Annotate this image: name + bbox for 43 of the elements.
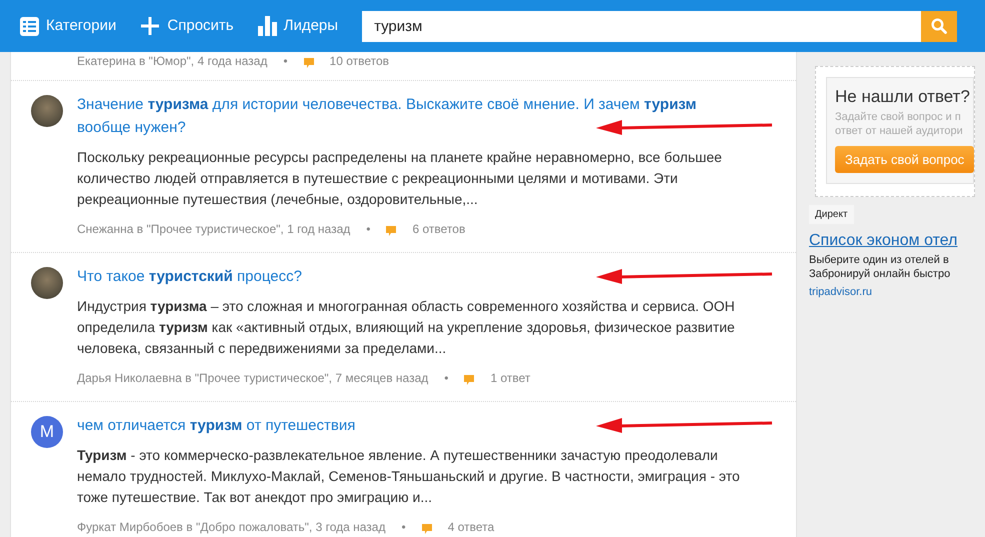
comment-icon xyxy=(464,375,474,385)
author-meta: Екатерина в "Юмор", 4 года назад xyxy=(77,53,268,70)
comment-icon xyxy=(386,226,396,236)
search-icon xyxy=(931,18,947,34)
separator-dot: • xyxy=(444,370,448,387)
answer-snippet: Туризм - это коммерческо-развлекательное явление. А путешественники зачастую преодолевали немало трудностей. Миклухо-Маклай, Семенов-Тяньшаньский и другие. В частности, эмиграция - это тоже путешествие. Так вот анекдот про эмиграцию и... xyxy=(77,446,741,507)
question-link[interactable]: чем отличается туризм от путешествия xyxy=(77,414,745,437)
separator-dot: • xyxy=(401,519,406,536)
avatar-letter: M xyxy=(31,416,63,448)
nav-link[interactable]: Категории xyxy=(20,14,116,38)
prompt-text: Задайте свой вопрос и п xyxy=(835,110,962,124)
answer-snippet: Индустрия туризма – это сложная и многогранная область современного хозяйства и сервиса. ООН определила туризм как «активный отдых, влияющий на укрепление здоровья, физическое развитие человека, связанный с передвижениями за пределами... xyxy=(77,297,736,358)
author-meta: Дарья Николаевна в "Прочее туристическое", 7 месяцев назад xyxy=(77,370,428,387)
comment-icon xyxy=(422,524,432,534)
question-link[interactable]: Что такое туристский процесс? xyxy=(77,265,745,288)
answers-count[interactable]: 10 ответов xyxy=(330,52,390,70)
ad-text: Выберите один из отелей в xyxy=(809,253,950,267)
author-meta: Фуркат Мирбобоев в "Добро пожаловать", 3 года назад xyxy=(77,519,386,536)
answer-snippet: Поскольку рекреационные ресурсы распределены на планете крайне неравномерно, все большее количество людей отправляется в путешествие с рекреационными целями и мотивами. Эти рекреационные путешествия (лечебные, оздоровительные,... xyxy=(77,148,723,209)
ad-link[interactable]: Список эконом отел xyxy=(809,229,975,253)
separator-dot: • xyxy=(366,221,370,238)
question-link[interactable]: Значение туризма для истории человечества. Выскажите своё мнение. И зачем туризм вообще нужен? xyxy=(77,93,745,139)
author-meta: Снежанна в "Прочее туристическое", 1 год назад xyxy=(77,221,350,238)
prompt-title: Не нашли ответ? xyxy=(835,86,971,108)
answers-count[interactable]: 4 ответа xyxy=(448,518,494,536)
search-button[interactable] xyxy=(921,10,957,42)
search-field[interactable]: туризм xyxy=(362,10,921,42)
answers-count[interactable]: 6 ответов xyxy=(412,220,466,238)
ad-domain[interactable]: tripadvisor.ru xyxy=(809,284,975,300)
separator-dot: • xyxy=(283,53,288,70)
prompt-text: ответ от нашей аудитори xyxy=(835,124,964,138)
nav-link[interactable]: Спросить xyxy=(140,14,234,38)
ask-question-button[interactable]: Задать свой вопрос xyxy=(835,146,974,173)
avatar-photo-placeholder xyxy=(31,95,63,127)
list-icon xyxy=(20,16,39,36)
answers-count[interactable]: 1 ответ xyxy=(490,369,530,387)
ad-label: Директ xyxy=(809,205,854,224)
avatar-photo-placeholder xyxy=(31,267,63,299)
ad-text: Забронируй онлайн быстро xyxy=(809,267,952,281)
bar-chart-icon xyxy=(258,16,277,36)
comment-icon xyxy=(304,58,314,68)
plus-icon xyxy=(140,16,160,36)
nav-link[interactable]: Лидеры xyxy=(258,14,338,38)
